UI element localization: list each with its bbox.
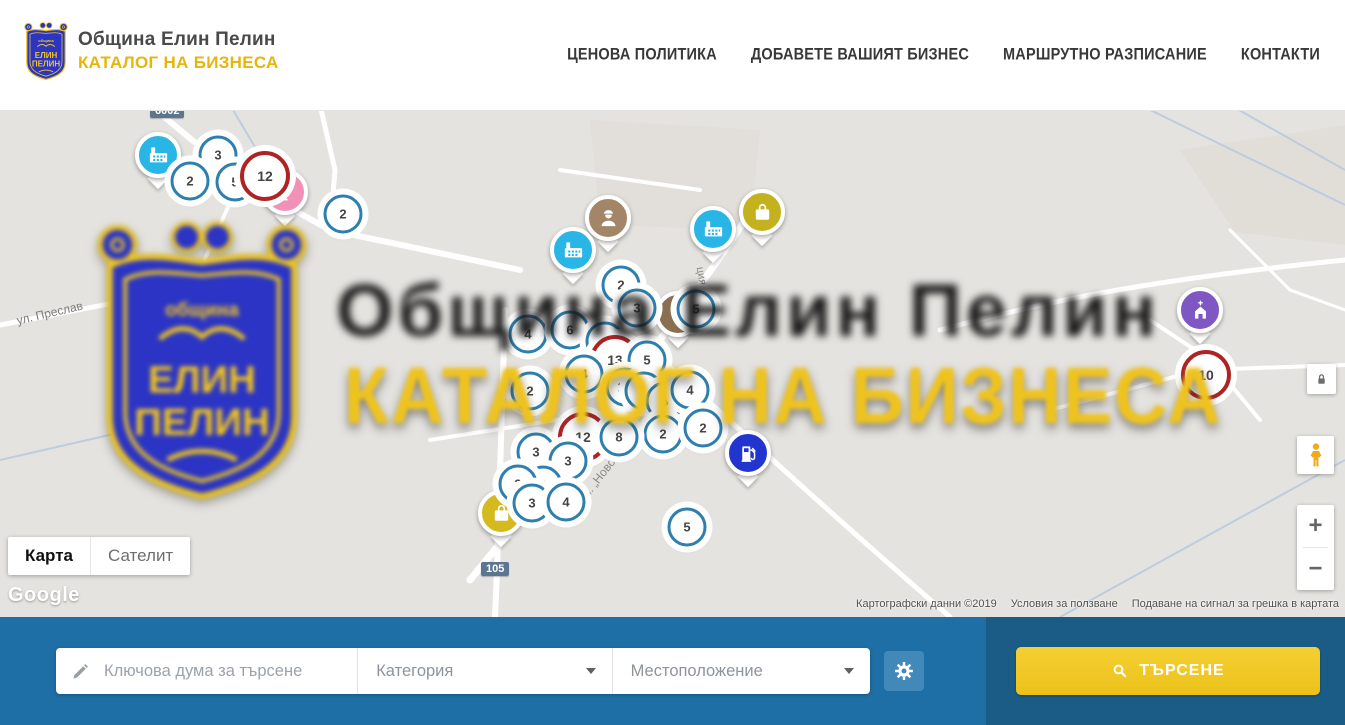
factory-pin-marker[interactable] — [690, 206, 736, 252]
category-select[interactable]: Категория — [358, 648, 612, 694]
cluster-marker[interactable]: 2 — [511, 372, 550, 411]
cluster-marker[interactable]: 5 — [668, 508, 707, 547]
search-icon — [1111, 662, 1129, 680]
zoom-out-button[interactable]: − — [1297, 548, 1334, 590]
logo-text: Община Елин Пелин КАТАЛОГ НА БИЗНЕСА — [78, 29, 279, 73]
factory-icon — [562, 239, 585, 262]
keyword-search-input[interactable] — [102, 661, 346, 682]
attribution-terms-link[interactable]: Условия за ползване — [1011, 598, 1118, 610]
search-button-label: ТЪРСЕНЕ — [1139, 662, 1224, 680]
search-button[interactable]: ТЪРСЕНЕ — [1016, 647, 1320, 695]
church-icon — [1189, 299, 1212, 322]
crest-word-1: ЕЛИН — [35, 51, 58, 60]
cluster-marker[interactable]: 10 — [1181, 350, 1231, 400]
pencil-icon — [71, 662, 90, 681]
map-type-satellite-button[interactable]: Сателит — [91, 537, 190, 575]
logo-subtitle: КАТАЛОГ НА БИЗНЕСА — [78, 53, 279, 73]
attribution-data: Картографски данни ©2019 — [856, 598, 997, 610]
bag-icon — [490, 502, 513, 525]
factory-pin-marker[interactable] — [550, 227, 596, 273]
cluster-marker[interactable]: 5 — [677, 290, 716, 329]
cluster-marker[interactable]: 12 — [240, 151, 290, 201]
fuel-pin-marker[interactable] — [725, 430, 771, 476]
crest-word-top: община — [38, 38, 54, 43]
cluster-marker[interactable]: 2 — [684, 409, 723, 448]
municipal-crest-icon: община ЕЛИН ПЕЛИН — [22, 20, 70, 82]
cluster-marker[interactable]: 2 — [644, 415, 683, 454]
location-select-value: Местоположение — [631, 662, 763, 681]
site-logo[interactable]: община ЕЛИН ПЕЛИН Община Елин Пелин КАТА… — [22, 20, 279, 82]
route-badge: 105 — [481, 562, 509, 576]
bag-icon — [751, 201, 774, 224]
nav-item-contacts[interactable]: КОНТАКТИ — [1241, 46, 1320, 64]
location-select[interactable]: Местоположение — [613, 648, 870, 694]
factory-icon — [147, 144, 170, 167]
cluster-marker[interactable]: 2 — [171, 162, 210, 201]
map-attribution: Картографски данни ©2019 Условия за полз… — [856, 598, 1339, 610]
nav-item-add-business[interactable]: ДОБАВЕТЕ ВАШИЯТ БИЗНЕС — [751, 46, 969, 64]
cluster-marker[interactable]: 4 — [547, 483, 586, 522]
lock-button[interactable] — [1307, 364, 1336, 394]
route-badge: 6002 — [150, 110, 184, 118]
cluster-marker[interactable]: 2 — [324, 195, 363, 234]
map-type-control: Карта Сателит — [8, 537, 190, 575]
category-select-value: Категория — [376, 662, 453, 681]
cluster-marker[interactable]: 4 — [509, 315, 548, 354]
cluster-marker[interactable]: 3 — [618, 289, 657, 328]
pegman-button[interactable] — [1297, 436, 1334, 474]
worker-icon — [597, 207, 620, 230]
lock-icon — [1313, 371, 1330, 388]
chevron-down-icon — [586, 668, 596, 674]
advanced-settings-button[interactable] — [884, 651, 924, 691]
map-canvas[interactable]: 6002 105 ул. Преслав бул. „Новосел ция 3… — [0, 110, 1345, 617]
header: община ЕЛИН ПЕЛИН Община Елин Пелин КАТА… — [0, 0, 1345, 111]
main-navigation: ЦЕНОВА ПОЛИТИКА ДОБАВЕТЕ ВАШИЯТ БИЗНЕС М… — [567, 0, 1320, 110]
cluster-marker[interactable]: 6 — [551, 311, 590, 350]
crest-word-2: ПЕЛИН — [32, 60, 60, 69]
nav-item-pricing[interactable]: ЦЕНОВА ПОЛИТИКА — [567, 46, 717, 64]
gear-icon — [893, 660, 915, 682]
search-fields-group: Категория Местоположение — [56, 648, 870, 694]
attribution-report-link[interactable]: Подаване на сигнал за грешка в картата — [1132, 598, 1339, 610]
fuel-icon — [737, 442, 760, 465]
logo-title: Община Елин Пелин — [78, 29, 279, 51]
search-bar: Категория Местоположение ТЪ — [0, 617, 1345, 725]
cluster-marker[interactable]: 4 — [565, 355, 604, 394]
nav-item-route-schedule[interactable]: МАРШРУТНО РАЗПИСАНИЕ — [1003, 46, 1207, 64]
keyword-field-wrap — [56, 648, 358, 694]
google-logo[interactable]: Google — [8, 584, 80, 607]
map-type-map-button[interactable]: Карта — [8, 537, 91, 575]
factory-icon — [702, 218, 725, 241]
zoom-control: + − — [1297, 505, 1334, 590]
zoom-in-button[interactable]: + — [1297, 505, 1334, 547]
cluster-marker[interactable]: 4 — [671, 371, 710, 410]
pegman-icon — [1304, 442, 1328, 468]
chevron-down-icon — [844, 668, 854, 674]
church-pin-marker[interactable] — [1177, 287, 1223, 333]
cluster-marker[interactable]: 8 — [600, 418, 639, 457]
bag-pin-marker[interactable] — [739, 189, 785, 235]
